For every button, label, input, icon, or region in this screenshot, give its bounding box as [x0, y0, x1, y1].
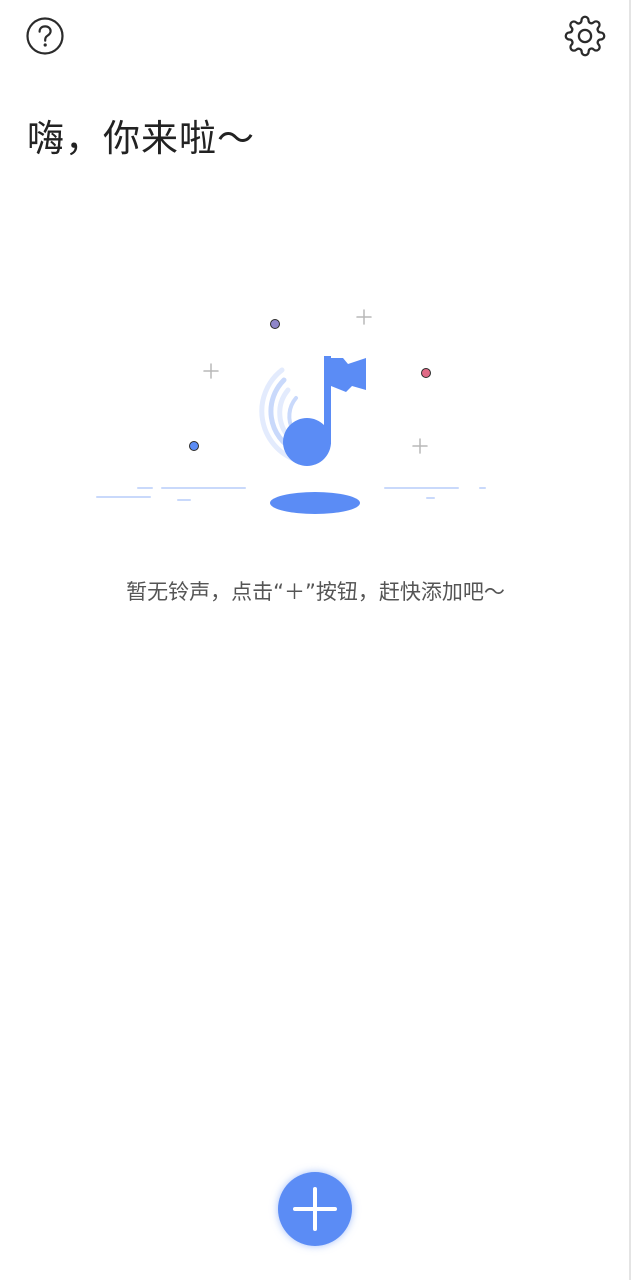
purple-dot	[270, 319, 280, 329]
greeting-title: 嗨，你来啦～	[27, 117, 255, 160]
ringtone-screen: 嗨，你来啦～ 暂无铃声，点击“＋”按钮，赶快添加吧～	[0, 0, 631, 1280]
gear-icon	[564, 15, 606, 57]
help-circle-icon	[26, 17, 64, 55]
plus-icon	[293, 1187, 337, 1231]
help-button[interactable]	[25, 16, 65, 56]
blue-dot	[189, 441, 199, 451]
pink-dot	[421, 368, 431, 378]
empty-state-message: 暂无铃声，点击“＋”按钮，赶快添加吧～	[126, 580, 505, 604]
settings-button[interactable]	[564, 15, 606, 57]
add-ringtone-button[interactable]	[278, 1172, 352, 1246]
music-note-flag-icon	[259, 356, 366, 514]
empty-illustration	[96, 309, 486, 514]
